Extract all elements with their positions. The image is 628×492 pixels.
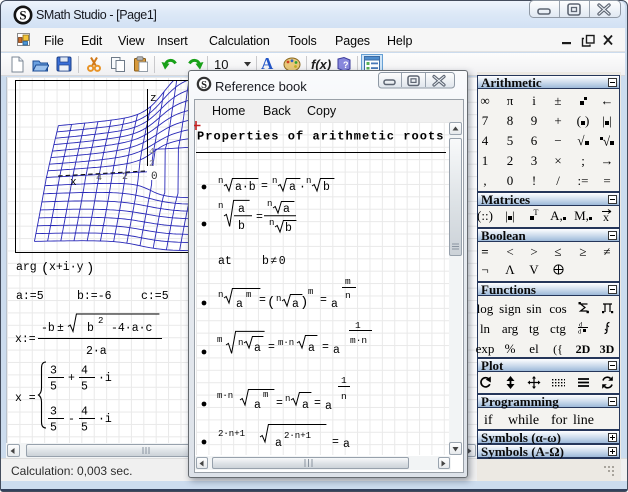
svg-text:b: b <box>238 220 245 233</box>
svg-text:): ) <box>86 261 94 277</box>
svg-text:b: b <box>87 322 94 335</box>
svg-text:m·n: m·n <box>217 391 233 401</box>
svg-text:4: 4 <box>149 147 154 157</box>
svg-text:m: m <box>308 287 313 297</box>
svg-text:=: = <box>268 341 275 354</box>
svg-text:1: 1 <box>341 375 347 386</box>
svg-text:d: d <box>578 329 582 335</box>
svg-text:a: a <box>292 298 299 311</box>
svg-text:5: 5 <box>50 422 57 435</box>
svg-text:n: n <box>267 199 272 209</box>
svg-text:): ) <box>300 295 308 311</box>
svg-text:1: 1 <box>355 320 361 331</box>
svg-text:4: 4 <box>81 406 88 419</box>
svg-text:n: n <box>218 176 223 186</box>
svg-text:a:=5: a:=5 <box>16 290 44 303</box>
svg-text:n: n <box>306 176 311 186</box>
svg-text:a: a <box>254 399 261 412</box>
svg-text:m: m <box>217 335 222 345</box>
svg-text:c:=5: c:=5 <box>141 290 169 303</box>
svg-text:n: n <box>218 201 223 211</box>
svg-text:5: 5 <box>81 381 88 394</box>
svg-text:Properties of arithmetic roots: Properties of arithmetic roots <box>197 130 445 144</box>
svg-text:n: n <box>345 290 351 301</box>
svg-text:?: ? <box>343 60 349 70</box>
svg-text:n: n <box>285 394 290 404</box>
svg-text:a: a <box>331 298 338 311</box>
svg-text:·i: ·i <box>98 372 112 385</box>
svg-text:5: 5 <box>81 422 88 435</box>
svg-text:m·n: m·n <box>278 338 294 348</box>
svg-text:n: n <box>238 338 243 348</box>
svg-text:a: a <box>333 344 340 357</box>
svg-text:=: = <box>314 397 321 410</box>
svg-text:-: - <box>68 413 75 426</box>
svg-text:a: a <box>343 438 350 451</box>
svg-text:=: = <box>322 341 329 354</box>
svg-text:=: = <box>332 436 339 449</box>
svg-text:n: n <box>341 391 347 402</box>
svg-text:±: ± <box>57 322 64 335</box>
svg-text:a: a <box>289 181 296 194</box>
svg-text:2·a: 2·a <box>86 345 107 358</box>
svg-text:a: a <box>325 400 332 413</box>
svg-text:n: n <box>272 176 277 186</box>
svg-text:a: a <box>254 342 261 355</box>
svg-text:n: n <box>269 218 274 228</box>
svg-text:4: 4 <box>81 365 88 378</box>
svg-text:0: 0 <box>151 171 158 183</box>
svg-text:a·b: a·b <box>235 181 256 194</box>
svg-text:3: 3 <box>50 365 57 378</box>
svg-text:b:=-6: b:=-6 <box>77 290 112 303</box>
svg-text:a: a <box>283 203 290 216</box>
svg-text:2·n+1: 2·n+1 <box>284 431 311 441</box>
svg-text:m: m <box>345 276 351 287</box>
svg-text:=: = <box>276 397 283 410</box>
svg-text:=: = <box>256 211 263 224</box>
svg-text:·: · <box>299 181 306 194</box>
svg-text:z: z <box>150 93 157 105</box>
svg-text:b: b <box>323 181 330 194</box>
svg-text:=: = <box>261 180 268 193</box>
svg-text:·i: ·i <box>98 413 112 426</box>
svg-text:(: ( <box>267 295 275 311</box>
svg-text:2: 2 <box>149 159 154 169</box>
svg-text:n: n <box>276 294 281 304</box>
svg-text:4: 4 <box>96 173 102 184</box>
svg-text:a: a <box>236 298 243 311</box>
svg-text:b≠0: b≠0 <box>262 255 287 268</box>
svg-text:a: a <box>238 203 245 216</box>
svg-text:x =: x = <box>15 392 36 405</box>
svg-text:=: = <box>259 294 266 307</box>
svg-text:x+i·y: x+i·y <box>49 261 84 274</box>
svg-text:S: S <box>19 8 26 23</box>
svg-text:-b: -b <box>41 322 55 335</box>
svg-text:n: n <box>218 290 223 300</box>
svg-text:a: a <box>275 437 282 450</box>
svg-text:a: a <box>308 342 315 355</box>
svg-text:S: S <box>201 80 207 91</box>
svg-text:5: 5 <box>50 381 57 394</box>
svg-text:m: m <box>263 390 268 400</box>
svg-text:m: m <box>246 290 251 300</box>
svg-text:2: 2 <box>98 316 103 326</box>
svg-text:3: 3 <box>50 406 57 419</box>
svg-text:x:=: x:= <box>15 333 36 346</box>
svg-text:at: at <box>218 255 232 268</box>
svg-text:x: x <box>70 177 77 189</box>
svg-text:=: = <box>320 294 327 307</box>
svg-text:-4·a·c: -4·a·c <box>111 322 153 335</box>
svg-text:b: b <box>285 222 292 235</box>
svg-text:a: a <box>302 399 309 412</box>
svg-text:m·n: m·n <box>350 335 367 346</box>
svg-text:2·n+1: 2·n+1 <box>218 429 245 439</box>
svg-text:arg: arg <box>16 261 37 274</box>
svg-text:+: + <box>68 372 75 385</box>
svg-text:2: 2 <box>122 172 128 183</box>
